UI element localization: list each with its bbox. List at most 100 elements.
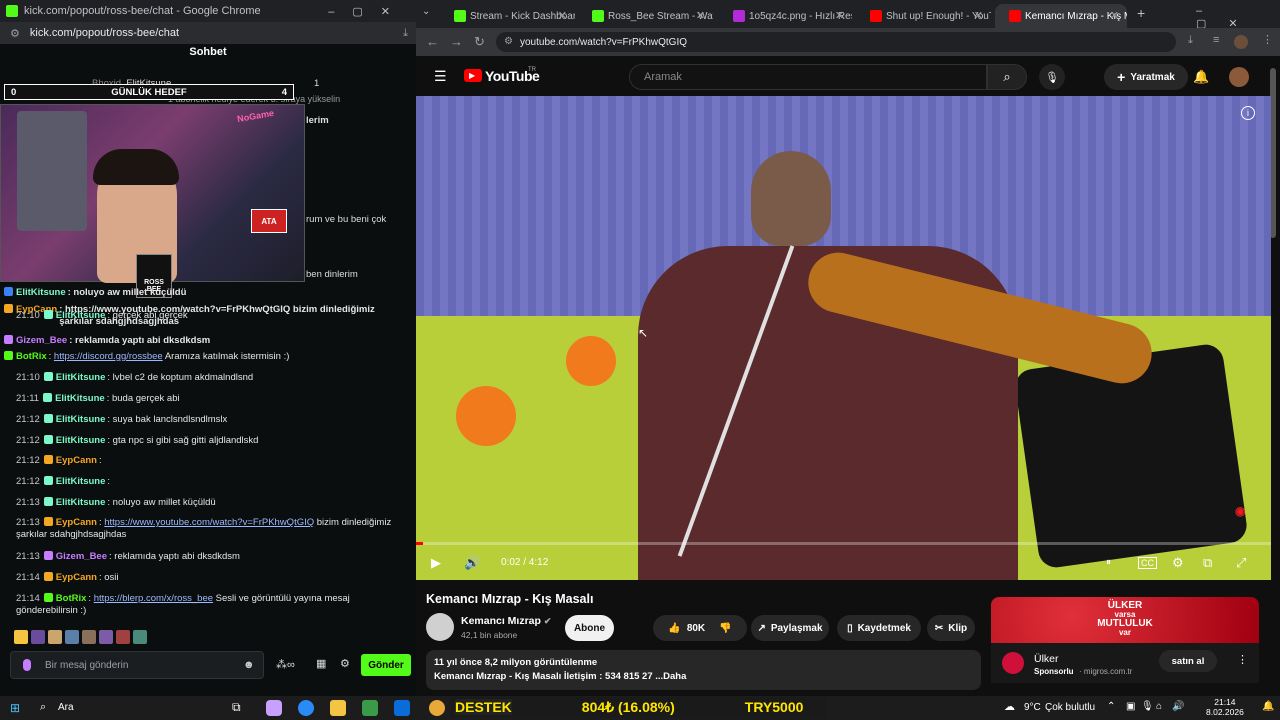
settings-icon[interactable]: ⚙ [340,657,350,670]
network-icon[interactable]: ⌂ [1156,701,1162,712]
tab-1[interactable]: Stream - Kick Dashboard ✕ [440,4,575,28]
ad-more-icon[interactable]: ⋮ [1237,653,1248,666]
ad-card[interactable]: Ülker Sponsorlu · migros.com.tr satın al… [991,643,1259,683]
menu-kebab-icon[interactable]: ⋮ [1262,35,1273,46]
message-username[interactable]: ElitKitsune [56,497,106,508]
edge-icon[interactable] [298,700,314,716]
search-input[interactable]: Aramak [629,64,987,90]
tab-5[interactable]: Kemancı Mızrap - Kış Ma ✕ [995,4,1127,28]
taskbar-search-icon[interactable]: ⌕ [40,701,46,714]
chrome-icon[interactable] [429,700,445,716]
tray-app-icon[interactable]: ▣ [1126,701,1135,712]
rewards-icon[interactable]: ⁂∞ [276,658,295,671]
volume-icon[interactable]: 🔊 [464,555,480,571]
chat-input[interactable]: Bir mesaj gönderin ☻ [10,651,264,679]
speaker-icon[interactable]: 🔊 [1172,701,1184,712]
message-username[interactable]: ElitKitsune [55,393,105,404]
info-icon[interactable]: i [1241,106,1255,120]
channel-avatar[interactable] [426,613,454,641]
autoplay-toggle-icon[interactable]: ⏸ [1106,557,1111,568]
message-username[interactable]: EypCann [56,517,97,528]
tab-4[interactable]: Shut up! Enough! - YouTu ✕ [856,4,991,28]
message-link[interactable]: https://blerp.com/x/ross_bee [94,593,213,604]
copilot-icon[interactable] [266,700,282,716]
tab-2[interactable]: Ross_Bee Stream - Watch✕ [578,4,713,28]
downloads-icon[interactable]: ⤓ [1188,35,1193,46]
message-username[interactable]: EypCann [56,572,97,583]
site-info-icon[interactable]: ⚙ [504,36,513,47]
popup-url[interactable]: kick.com/popout/ross-bee/chat [30,27,179,39]
tab-close-icon[interactable]: ✕ [558,9,567,22]
stats-icon[interactable]: ▦ [316,657,326,670]
address-bar[interactable]: ⚙ youtube.com/watch?v=FrPKhwQtGIQ [496,32,1176,52]
discord-link[interactable]: https://discord.gg/rossbee [54,351,163,362]
tab-close-icon[interactable]: ✕ [696,9,705,22]
save-button[interactable]: ▯ Kaydetmek [837,615,921,641]
address-url[interactable]: youtube.com/watch?v=FrPKhwQtGIQ [520,37,687,48]
ad-banner[interactable]: ÜLKER varsa MUTLULUK var [991,597,1259,643]
clip-button[interactable]: ✂ Klip [927,615,975,641]
miniplayer-icon[interactable]: ⧉ [1203,555,1212,571]
message-username[interactable]: EypCann [56,455,97,466]
forward-icon[interactable]: → [450,35,463,48]
tab-close-icon[interactable]: ✕ [974,9,983,22]
voice-search-button[interactable]: 🎙 [1039,64,1065,90]
mic-tray-icon[interactable]: 🎙 [1141,701,1154,712]
tab-close-icon[interactable]: ✕ [835,9,844,22]
message-username[interactable]: BotRix [56,593,87,604]
weather-desc[interactable]: Çok bulutlu [1045,702,1095,713]
send-button[interactable]: Gönder [361,654,411,676]
media-icon[interactable]: ≡ [1213,35,1219,46]
notifications-bell-icon[interactable]: 🔔 [1193,69,1209,85]
message-username[interactable]: ElitKitsune [56,414,106,425]
app-icon[interactable] [394,700,410,716]
mic-icon[interactable] [23,659,31,671]
progress-track[interactable] [416,542,1271,545]
clock[interactable]: 21:14 8.02.2026 [1206,697,1244,717]
store-icon[interactable] [362,700,378,716]
like-count[interactable]: 80K [687,623,705,634]
message-username[interactable]: Gizem_Bee [56,551,107,562]
browser-window-controls[interactable]: –▢✕ [1196,5,1280,30]
create-button[interactable]: + Yaratmak [1104,64,1188,90]
ad-cta-button[interactable]: satın al [1159,650,1217,672]
taskbar-search-label[interactable]: Ara [58,702,74,713]
subtitles-icon[interactable]: CC [1138,557,1157,569]
message-username[interactable]: ElitKitsune [56,435,106,446]
subscribe-button[interactable]: Abone [565,615,614,641]
task-view-icon[interactable]: ⧉ [232,700,241,715]
back-icon[interactable]: ← [426,35,439,48]
emote-row[interactable] [14,630,204,644]
channel-name[interactable]: Kemancı Mızrap ✔ [461,615,551,627]
settings-gear-icon[interactable]: ⚙ [1172,555,1184,571]
play-icon[interactable]: ▶ [431,555,441,571]
more-link[interactable]: ...Daha [655,671,686,682]
message-username[interactable]: ElitKitsune [56,476,106,487]
share-button[interactable]: ↗ Paylaşmak [751,615,829,641]
profile-avatar[interactable] [1234,35,1248,49]
weather-temp[interactable]: 9°C [1024,702,1041,713]
dislike-icon[interactable]: 👎 [719,623,731,634]
message-link[interactable]: https://www.youtube.com/watch?v=FrPKhwQt… [104,517,314,528]
hamburger-menu-icon[interactable]: ☰ [434,68,447,85]
windows-start-icon[interactable]: ⊞ [10,701,20,715]
window-controls[interactable]: –▢✕ [328,5,408,18]
account-avatar[interactable] [1229,67,1249,87]
file-explorer-icon[interactable] [330,700,346,716]
video-player[interactable]: i ◉ ▶ 🔊 0:02 / 4:12 ⏸ CC ⚙ ⧉ ⤢ ↖ [416,96,1271,580]
description-box[interactable]: 11 yıl önce 8,2 milyon görüntülenme Kema… [426,650,981,690]
site-info-icon[interactable]: ⚙ [10,27,20,40]
like-icon[interactable]: 👍 [668,623,680,634]
notifications-icon[interactable]: 🔔 [1262,701,1274,712]
download-icon[interactable]: ⤓ [403,27,408,40]
weather-icon[interactable]: ☁ [1004,700,1015,713]
emoji-icon[interactable]: ☻ [243,659,255,671]
message-username[interactable]: ElitKitsune [56,372,106,383]
fullscreen-icon[interactable]: ⤢ [1236,555,1246,571]
new-tab-icon[interactable]: + [1137,5,1145,21]
reload-icon[interactable]: ↻ [474,35,485,48]
tab-close-icon[interactable]: ✕ [1110,9,1119,22]
tab-3[interactable]: 1o5qz4c.png - Hızlı Resim✕ [719,4,852,28]
tray-chevron-icon[interactable]: ⌃ [1107,701,1115,712]
search-button[interactable]: ⌕ [987,64,1027,90]
